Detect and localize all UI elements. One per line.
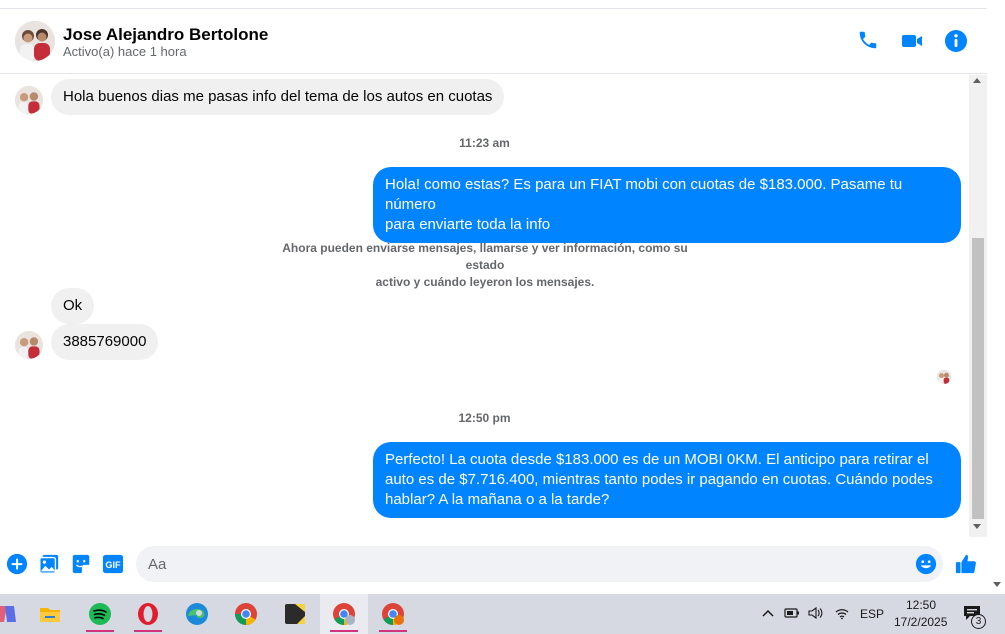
battery-icon[interactable] xyxy=(784,606,800,625)
message-line: para enviarte toda la info xyxy=(385,216,551,233)
chrome-icon[interactable] xyxy=(222,594,270,634)
outgoing-message[interactable]: Hola! como estas? Es para un FIAT mobi c… xyxy=(373,167,961,243)
notice-line: activo y cuándo leyeron los mensajes. xyxy=(375,275,595,289)
message-avatar[interactable] xyxy=(15,86,43,114)
image-icon[interactable] xyxy=(38,553,60,575)
sticky-notes-icon[interactable] xyxy=(271,594,319,634)
sticker-icon[interactable] xyxy=(70,553,92,575)
privacy-notice: Ahora pueden enviarse mensajes, llamarse… xyxy=(262,240,708,291)
message-line: Perfecto! La cuota desde $183.000 es de … xyxy=(385,451,929,468)
active-indicator xyxy=(330,630,358,632)
clock-time[interactable]: 12:50 xyxy=(906,598,936,612)
incoming-message[interactable]: Ok xyxy=(51,288,95,324)
incoming-message[interactable]: 3885769000 xyxy=(51,324,159,360)
message-thread[interactable]: Hola buenos dias me pasas info del tema … xyxy=(0,75,969,537)
svg-text:GIF: GIF xyxy=(105,560,121,570)
language-indicator[interactable]: ESP xyxy=(860,607,884,621)
chevron-up-icon[interactable] xyxy=(762,607,774,625)
edge-icon[interactable] xyxy=(173,594,221,634)
phone-icon[interactable] xyxy=(857,29,881,53)
thumbs-up-icon[interactable] xyxy=(955,553,977,575)
windows-taskbar: ESP 12:50 17/2/2025 3 xyxy=(0,594,1005,634)
file-explorer-icon[interactable] xyxy=(26,594,74,634)
clock-date[interactable]: 17/2/2025 xyxy=(894,615,947,629)
window-scroll-down-arrow[interactable] xyxy=(993,582,1001,587)
chrome-profile-2-icon[interactable] xyxy=(369,594,417,634)
active-indicator xyxy=(134,630,162,632)
gif-icon[interactable]: GIF xyxy=(102,553,124,575)
info-icon[interactable] xyxy=(944,29,968,53)
conversation-header: Jose Alejandro Bertolone Activo(a) hace … xyxy=(0,0,987,74)
emoji-icon[interactable] xyxy=(915,553,937,575)
message-line: Hola! como estas? Es para un FIAT mobi c… xyxy=(385,176,903,213)
wifi-icon[interactable] xyxy=(834,606,850,625)
contact-status: Activo(a) hace 1 hora xyxy=(63,44,187,59)
volume-icon[interactable] xyxy=(807,606,823,625)
outgoing-message[interactable]: Perfecto! La cuota desde $183.000 es de … xyxy=(373,442,961,518)
timestamp: 11:23 am xyxy=(459,136,510,150)
top-divider xyxy=(0,0,987,9)
contact-name[interactable]: Jose Alejandro Bertolone xyxy=(63,25,268,45)
message-line: hablar? A la mañana o a la tarde? xyxy=(385,491,610,508)
scrollbar-thumb[interactable] xyxy=(972,238,984,519)
plus-icon[interactable] xyxy=(6,553,28,575)
message-avatar[interactable] xyxy=(15,331,43,359)
timestamp: 12:50 pm xyxy=(458,411,511,425)
chrome-profile-1-icon[interactable] xyxy=(320,594,368,634)
notification-badge: 3 xyxy=(971,614,986,629)
message-composer: GIF xyxy=(0,537,987,593)
incoming-message[interactable]: Hola buenos dias me pasas info del tema … xyxy=(51,79,505,115)
active-indicator xyxy=(86,630,114,632)
opera-icon[interactable] xyxy=(124,594,172,634)
active-indicator xyxy=(379,630,407,632)
message-input[interactable] xyxy=(136,546,943,582)
video-camera-icon[interactable] xyxy=(900,29,924,53)
message-line: auto es de $7.716.400, mientras tanto po… xyxy=(385,471,933,488)
scroll-down-arrow[interactable] xyxy=(973,524,981,529)
contact-avatar[interactable] xyxy=(15,21,55,61)
notice-line: Ahora pueden enviarse mensajes, llamarse… xyxy=(282,241,688,272)
seen-avatar xyxy=(937,370,951,384)
scroll-up-arrow[interactable] xyxy=(973,78,981,83)
spotify-icon[interactable] xyxy=(76,594,124,634)
